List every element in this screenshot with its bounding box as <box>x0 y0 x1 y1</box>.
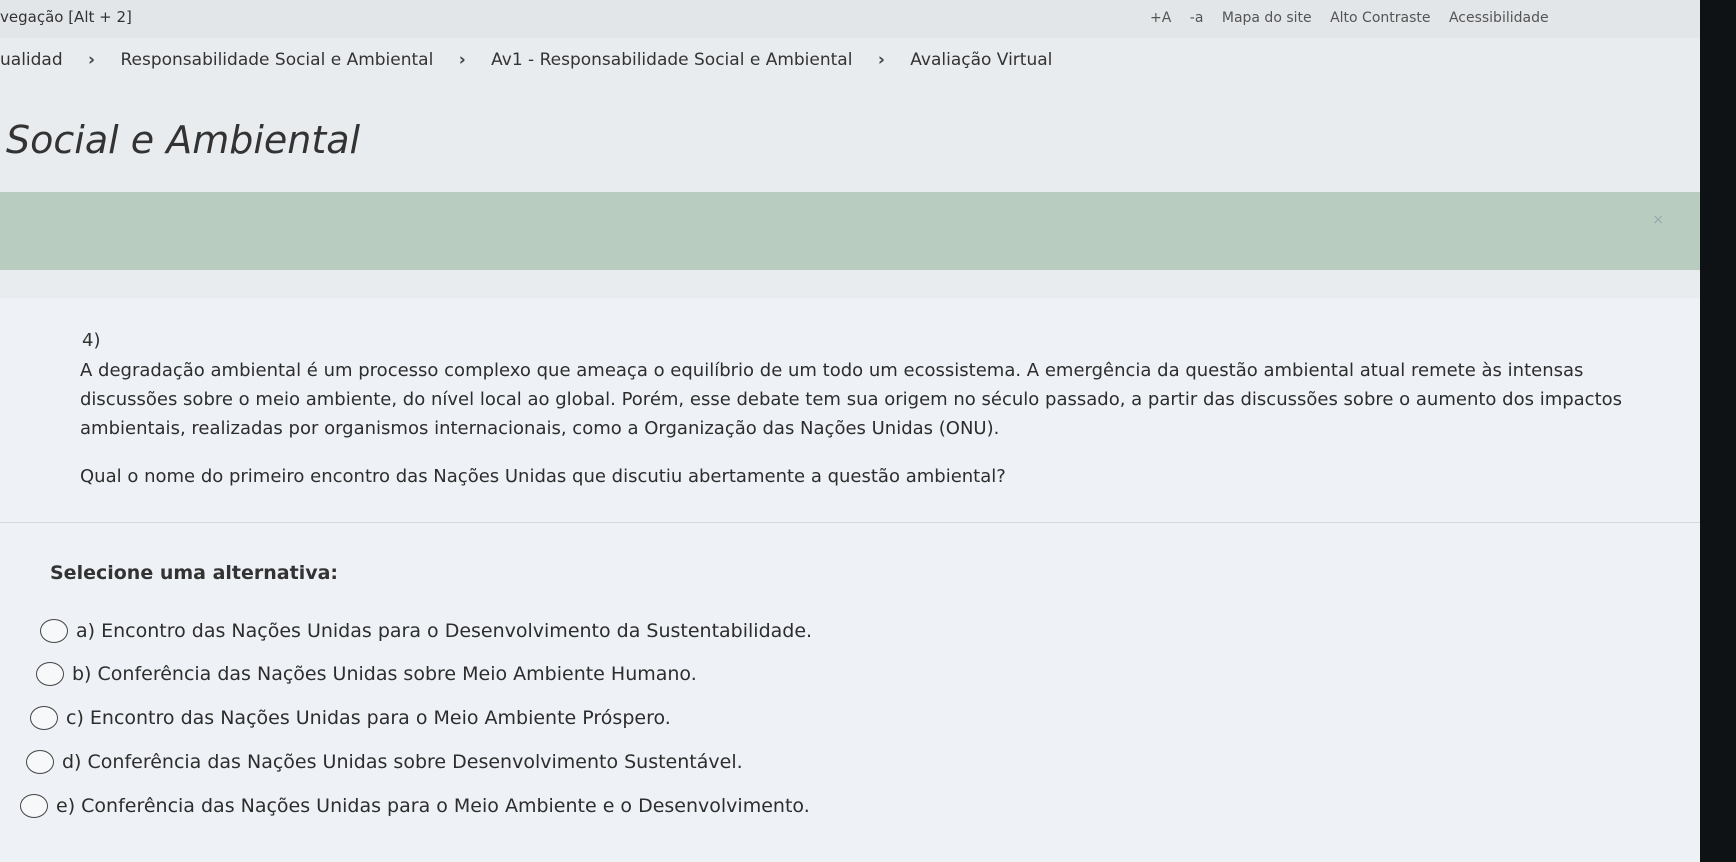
answer-option-d[interactable]: d) Conferência das Nações Unidas sobre D… <box>26 750 743 774</box>
accessibility-links: +A -a Mapa do site Alto Contraste Acessi… <box>1150 10 1563 26</box>
high-contrast-link[interactable]: Alto Contraste <box>1330 10 1430 26</box>
answer-option-e[interactable]: e) Conferência das Nações Unidas para o … <box>20 794 810 818</box>
site-map-link[interactable]: Mapa do site <box>1222 10 1312 26</box>
answer-option-b[interactable]: b) Conferência das Nações Unidas sobre M… <box>36 662 697 686</box>
info-banner: × <box>0 192 1700 270</box>
breadcrumb: ualidad › Responsabilidade Social e Ambi… <box>0 50 1052 70</box>
answer-option-label: b) Conferência das Nações Unidas sobre M… <box>72 663 697 685</box>
decrease-font-link[interactable]: -a <box>1190 10 1204 26</box>
answer-option-label: c) Encontro das Nações Unidas para o Mei… <box>66 707 671 729</box>
radio-button[interactable] <box>30 706 58 730</box>
screen-bezel <box>1700 0 1736 862</box>
top-accessibility-bar: vegação [Alt + 2] +A -a Mapa do site Alt… <box>0 0 1700 38</box>
increase-font-link[interactable]: +A <box>1150 10 1171 26</box>
breadcrumb-item-virtual-evaluation[interactable]: Avaliação Virtual <box>910 50 1052 70</box>
page-title: Social e Ambiental <box>6 118 361 162</box>
close-icon[interactable]: × <box>1652 212 1664 228</box>
breadcrumb-item-course[interactable]: ualidad <box>0 50 63 70</box>
radio-button[interactable] <box>40 619 68 643</box>
skip-to-navigation-link[interactable]: vegação [Alt + 2] <box>0 8 132 26</box>
answer-option-c[interactable]: c) Encontro das Nações Unidas para o Mei… <box>30 706 671 730</box>
question-number: 4) <box>82 330 101 351</box>
radio-button[interactable] <box>20 794 48 818</box>
accessibility-link[interactable]: Acessibilidade <box>1449 10 1549 26</box>
answer-option-label: d) Conferência das Nações Unidas sobre D… <box>62 751 743 773</box>
answer-option-label: e) Conferência das Nações Unidas para o … <box>56 795 810 817</box>
answer-section-label: Selecione uma alternativa: <box>50 562 339 584</box>
chevron-right-icon: › <box>458 50 466 70</box>
chevron-right-icon: › <box>88 50 96 70</box>
breadcrumb-item-discipline[interactable]: Responsabilidade Social e Ambiental <box>120 50 433 70</box>
radio-button[interactable] <box>26 750 54 774</box>
question-prompt: Qual o nome do primeiro encontro das Naç… <box>80 466 1006 487</box>
radio-button[interactable] <box>36 662 64 686</box>
divider <box>0 522 1700 523</box>
breadcrumb-item-assessment[interactable]: Av1 - Responsabilidade Social e Ambienta… <box>491 50 852 70</box>
question-statement: A degradação ambiental é um processo com… <box>80 360 1623 439</box>
chevron-right-icon: › <box>877 50 885 70</box>
answer-option-label: a) Encontro das Nações Unidas para o Des… <box>76 620 813 642</box>
answer-option-a[interactable]: a) Encontro das Nações Unidas para o Des… <box>40 619 812 643</box>
